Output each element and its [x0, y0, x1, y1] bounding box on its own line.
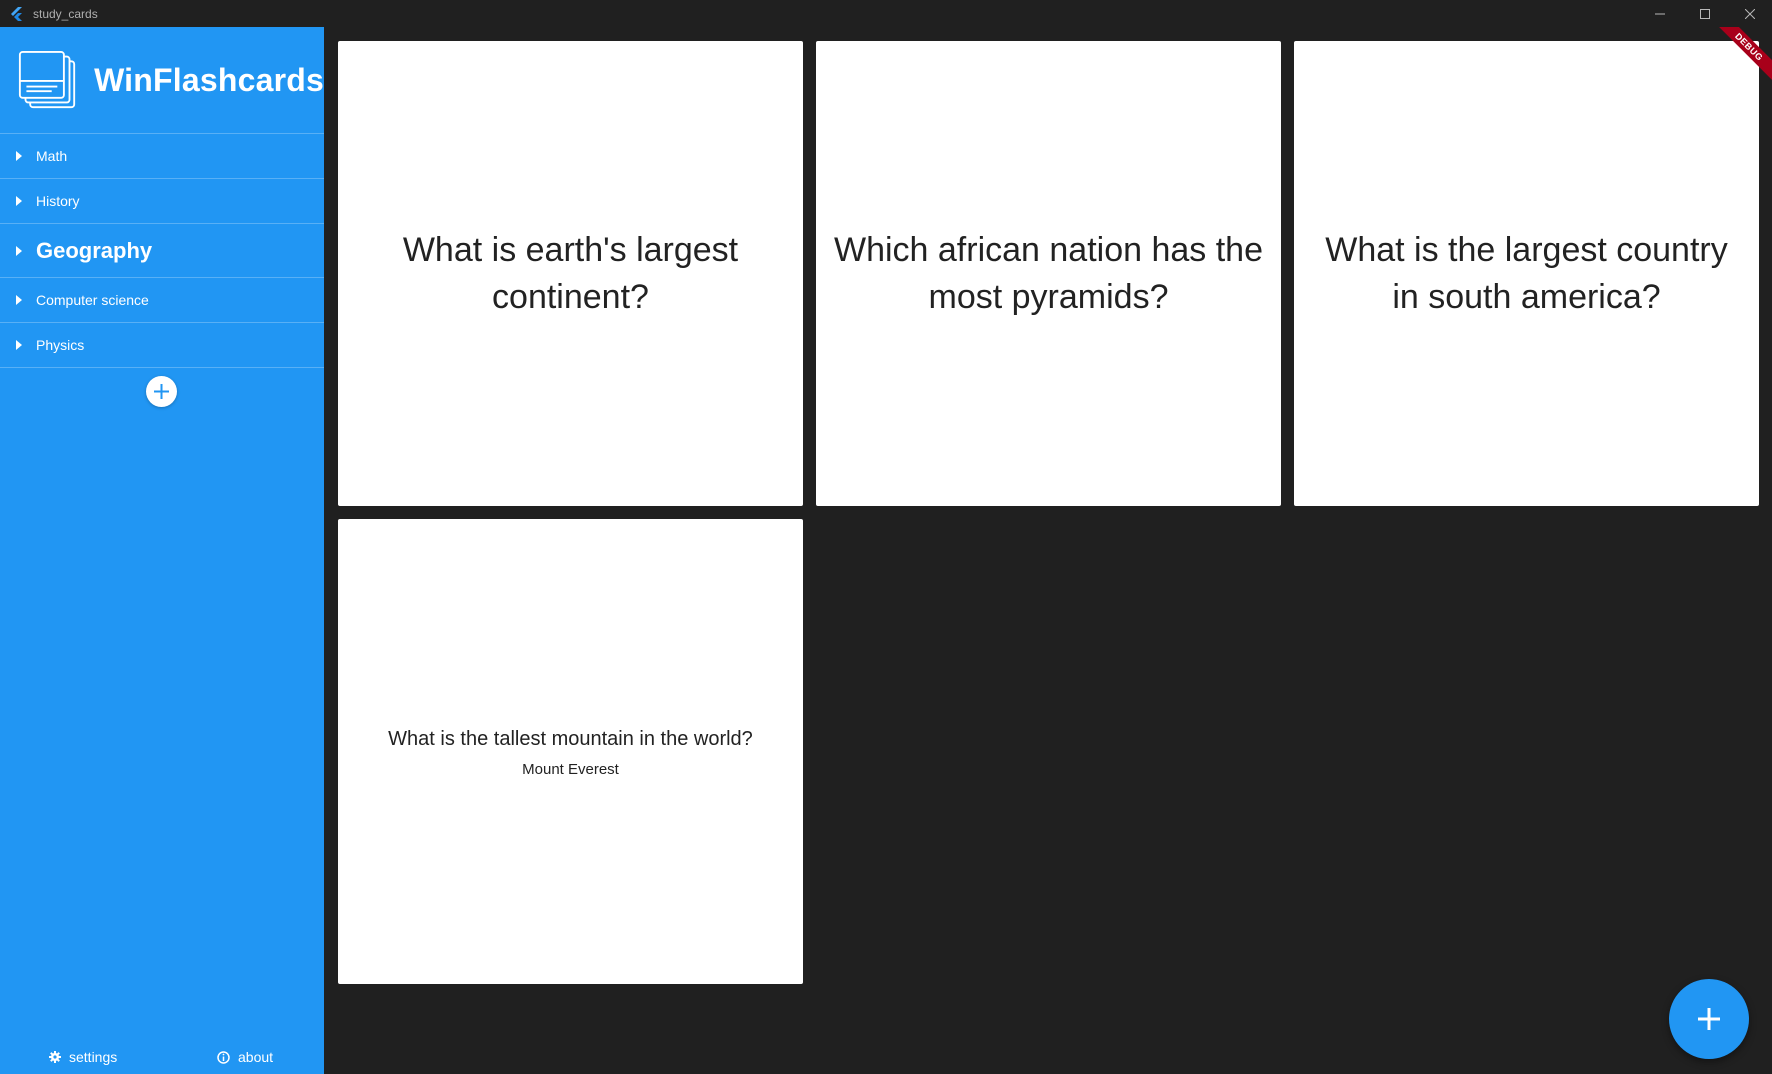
card-question: What is the largest country in south ame…: [1325, 230, 1728, 316]
gear-icon: [49, 1051, 61, 1063]
sidebar-footer: settings about: [0, 1040, 324, 1074]
sidebar-item-math[interactable]: Math: [0, 134, 324, 179]
caret-right-icon: [16, 245, 22, 256]
card-question: What is the tallest mountain in the worl…: [388, 728, 753, 750]
sidebar-item-label: Math: [36, 148, 68, 164]
sidebar-item-physics[interactable]: Physics: [0, 323, 324, 368]
card-question: What is earth's largest continent?: [402, 230, 739, 316]
add-deck-button[interactable]: [146, 376, 177, 407]
card-answer: Mount Everest: [522, 761, 619, 778]
plus-icon: [1698, 1008, 1720, 1030]
info-icon: [217, 1050, 230, 1064]
settings-button[interactable]: settings: [49, 1049, 117, 1065]
flashcard[interactable]: What is the tallest mountain in the worl…: [338, 519, 803, 984]
plus-icon: [154, 384, 169, 399]
flashcards-stack-icon: [18, 50, 76, 109]
about-label: about: [238, 1049, 274, 1065]
card-question: Which african nation has the most pyrami…: [833, 230, 1264, 316]
about-button[interactable]: about: [217, 1049, 273, 1065]
sidebar: WinFlashcards Math History Geography Com…: [0, 27, 324, 1074]
caret-right-icon: [16, 295, 22, 305]
caret-right-icon: [16, 340, 22, 350]
maximize-icon: [1699, 8, 1710, 19]
sidebar-item-computer-science[interactable]: Computer science: [0, 278, 324, 323]
maximize-button[interactable]: [1682, 0, 1727, 27]
sidebar-item-label: History: [36, 193, 80, 209]
sidebar-item-history[interactable]: History: [0, 179, 324, 224]
window-controls: [1637, 0, 1772, 27]
add-card-button[interactable]: [1669, 979, 1749, 1059]
flashcard[interactable]: What is the largest country in south ame…: [1294, 41, 1759, 506]
minimize-button[interactable]: [1637, 0, 1682, 27]
caret-right-icon: [16, 196, 22, 206]
close-button[interactable]: [1727, 0, 1772, 27]
flashcard[interactable]: What is earth's largest continent?: [338, 41, 803, 506]
sidebar-header: WinFlashcards: [0, 27, 324, 134]
title-bar: study_cards: [0, 0, 1772, 27]
flashcard[interactable]: Which african nation has the most pyrami…: [816, 41, 1281, 506]
settings-label: settings: [69, 1049, 118, 1065]
caret-right-icon: [16, 151, 22, 161]
sidebar-item-label: Computer science: [36, 292, 149, 308]
close-icon: [1744, 8, 1755, 19]
sidebar-item-label: Geography: [36, 237, 153, 263]
sidebar-item-label: Physics: [36, 337, 85, 353]
window-title: study_cards: [33, 6, 98, 21]
flutter-icon: [11, 6, 22, 21]
app-brand: WinFlashcards: [94, 61, 324, 98]
sidebar-item-geography[interactable]: Geography: [0, 224, 324, 278]
minimize-icon: [1654, 13, 1665, 14]
